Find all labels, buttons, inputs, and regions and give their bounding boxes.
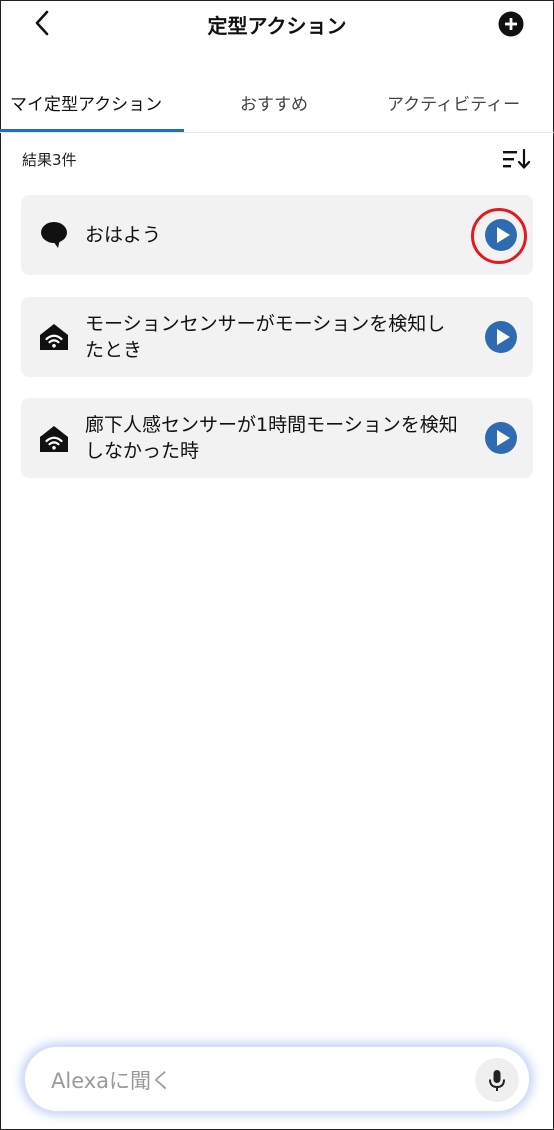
tab-bar: マイ定型アクション おすすめ アクティビティー: [0, 76, 554, 134]
plus-circle-icon: [498, 11, 524, 37]
routine-name: おはよう: [85, 224, 162, 246]
results-count: 結果3件: [22, 151, 77, 169]
play-routine-button[interactable]: [485, 321, 517, 353]
microphone-icon: [489, 1070, 505, 1091]
header: 定型アクション: [0, 0, 554, 46]
ask-alexa-bar[interactable]: Alexaに聞く: [24, 1046, 530, 1112]
smart-home-sensor-icon: [40, 324, 68, 350]
routine-name: モーションセンサーがモーションを検知したとき: [85, 313, 446, 361]
tab-my-routines[interactable]: マイ定型アクション: [10, 90, 162, 115]
routine-name: 廊下人感センサーが1時間モーションを検知しなかった時: [85, 414, 458, 462]
microphone-button[interactable]: [475, 1058, 519, 1102]
routine-card[interactable]: おはよう: [21, 195, 533, 275]
speech-bubble-icon: [41, 222, 67, 248]
ask-alexa-placeholder[interactable]: Alexaに聞く: [51, 1065, 172, 1095]
routine-card[interactable]: モーションセンサーがモーションを検知したとき: [21, 297, 533, 377]
smart-home-sensor-icon: [40, 426, 68, 452]
screen-frame: [0, 0, 554, 1130]
tab-activity[interactable]: アクティビティー: [387, 90, 520, 115]
play-routine-button[interactable]: [485, 219, 517, 251]
add-routine-button[interactable]: [498, 11, 524, 37]
play-routine-button[interactable]: [485, 422, 517, 454]
routine-card[interactable]: 廊下人感センサーが1時間モーションを検知しなかった時: [21, 398, 533, 478]
sort-button[interactable]: [502, 148, 532, 170]
tab-divider: [0, 132, 554, 133]
page-title: 定型アクション: [207, 14, 347, 38]
sort-icon: [503, 148, 531, 169]
tab-recommended[interactable]: おすすめ: [240, 90, 308, 115]
